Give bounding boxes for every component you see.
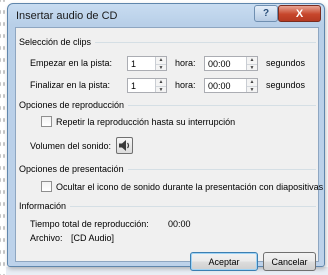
- dialog-body: Selección de clips Empezar en la pista: …: [15, 27, 323, 271]
- end-time-value: 00:00: [208, 81, 231, 91]
- hide-icon-checkbox[interactable]: [41, 181, 52, 192]
- group-divider: [70, 205, 316, 207]
- start-time-arrows[interactable]: ▲ ▼: [246, 57, 257, 71]
- group-divider: [127, 168, 316, 170]
- info-group-title: Información: [19, 201, 67, 211]
- repeat-label[interactable]: Repetir la reproducción hasta su interru…: [56, 117, 235, 127]
- playback-group-header: Opciones de reproducción: [19, 100, 316, 110]
- help-icon: ?: [262, 8, 270, 19]
- end-track-label: Finalizar en la pista:: [30, 80, 111, 90]
- start-time-value: 00:00: [208, 59, 231, 69]
- accept-button[interactable]: Aceptar: [190, 252, 258, 271]
- help-button[interactable]: ?: [254, 5, 278, 22]
- end-time-stepper[interactable]: 00:00 ▲ ▼: [204, 78, 258, 93]
- file-value: [CD Audio]: [71, 233, 115, 243]
- start-track-value: 1: [131, 59, 137, 69]
- spin-down-icon[interactable]: ▼: [156, 85, 166, 93]
- accept-button-label: Aceptar: [208, 256, 240, 267]
- start-time-stepper[interactable]: 00:00 ▲ ▼: [204, 56, 258, 71]
- volume-button[interactable]: [116, 137, 133, 154]
- dialog-title: Insertar audio de CD: [16, 10, 118, 22]
- info-group-header: Información: [19, 201, 316, 211]
- file-label: Archivo:: [30, 233, 63, 243]
- start-track-label: Empezar en la pista:: [30, 58, 113, 68]
- clips-group-header: Selección de clips: [19, 37, 316, 47]
- clips-group-title: Selección de clips: [19, 37, 92, 47]
- start-time-label: hora:: [175, 58, 196, 68]
- total-time-value: 00:00: [168, 219, 191, 229]
- spin-down-icon[interactable]: ▼: [247, 85, 257, 93]
- repeat-checkbox[interactable]: [41, 116, 52, 127]
- background-dots: [0, 0, 6, 275]
- end-track-stepper[interactable]: 1 ▲ ▼: [127, 78, 167, 93]
- dialog-window: Insertar audio de CD ? X Selección de cl…: [7, 3, 325, 271]
- start-unit-label: segundos: [266, 58, 306, 68]
- presentation-group-header: Opciones de presentación: [19, 164, 316, 174]
- start-track-stepper[interactable]: 1 ▲ ▼: [127, 56, 167, 71]
- end-track-value: 1: [131, 81, 137, 91]
- hide-icon-label[interactable]: Ocultar el icono de sonido durante la pr…: [56, 182, 323, 192]
- close-button[interactable]: X: [278, 5, 321, 22]
- group-divider: [95, 41, 316, 43]
- title-bar[interactable]: Insertar audio de CD ? X: [8, 4, 324, 26]
- presentation-group-title: Opciones de presentación: [19, 164, 124, 174]
- spin-down-icon[interactable]: ▼: [247, 63, 257, 71]
- close-icon: X: [295, 7, 304, 20]
- start-track-arrows[interactable]: ▲ ▼: [155, 57, 166, 71]
- group-divider: [128, 104, 316, 106]
- end-time-arrows[interactable]: ▲ ▼: [246, 79, 257, 93]
- cancel-button-label: Cancelar: [271, 256, 308, 267]
- spin-down-icon[interactable]: ▼: [156, 63, 166, 71]
- end-time-label: hora:: [175, 80, 196, 90]
- end-unit-label: segundos: [266, 80, 306, 90]
- cancel-button[interactable]: Cancelar: [263, 252, 316, 271]
- volume-label: Volumen del sonido:: [30, 141, 112, 151]
- playback-group-title: Opciones de reproducción: [19, 100, 125, 110]
- total-time-label: Tiempo total de reproducción:: [30, 219, 149, 229]
- end-track-arrows[interactable]: ▲ ▼: [155, 79, 166, 93]
- speaker-icon: [119, 140, 130, 151]
